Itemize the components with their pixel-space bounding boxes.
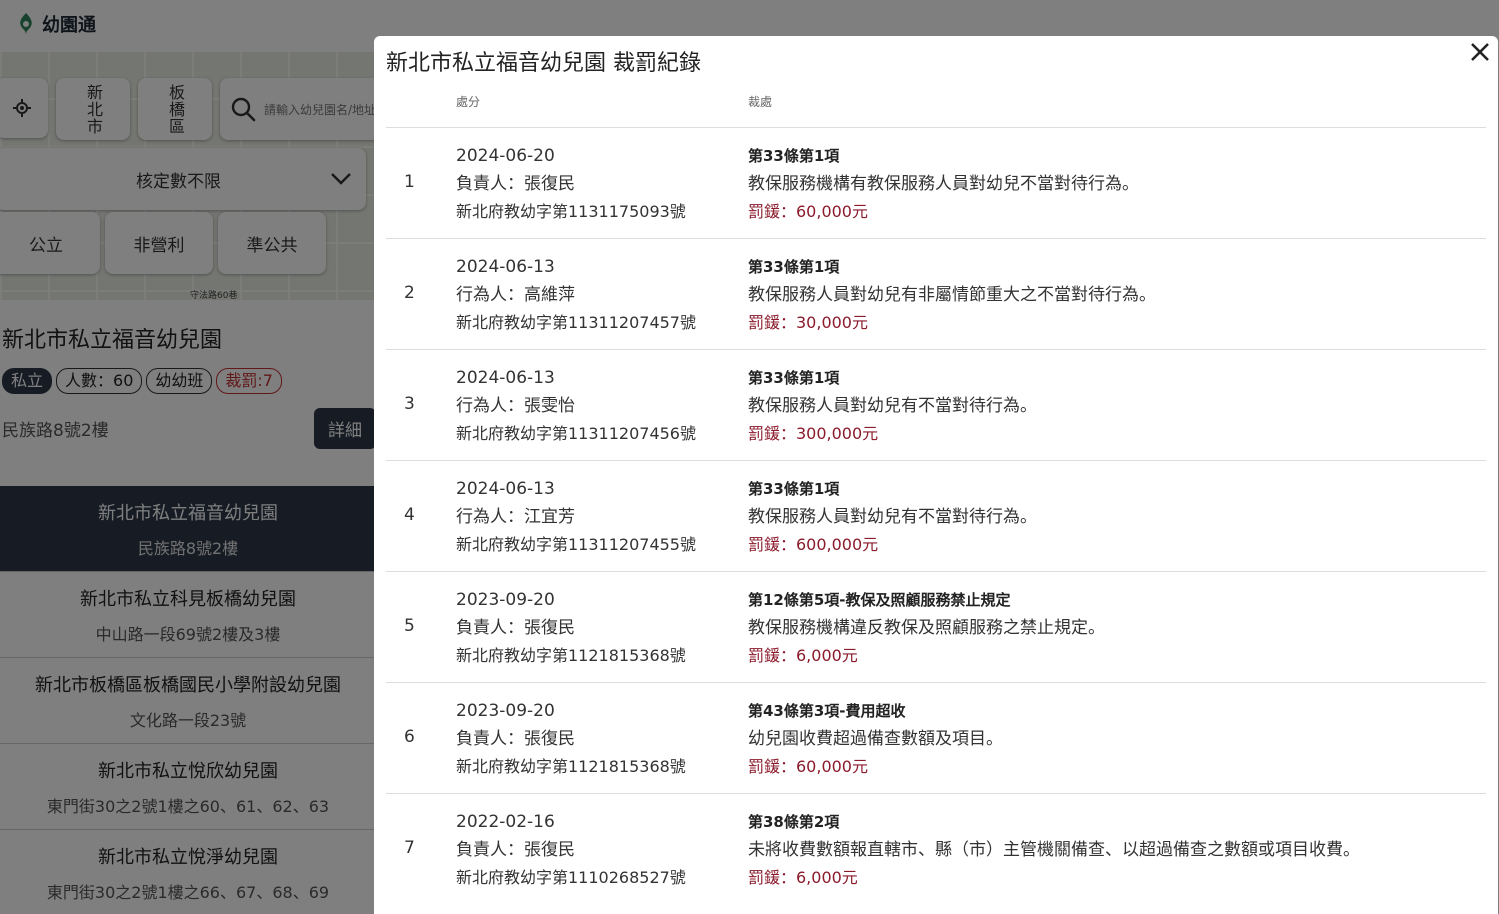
record-fine: 罰鍰：600,000元	[748, 535, 879, 554]
record-date: 2024-06-13	[456, 368, 555, 388]
record-description: 教保服務機構違反教保及照顧服務之禁止規定。	[748, 618, 1105, 638]
record-description: 教保服務人員對幼兒有非屬情節重大之不當對待行為。	[748, 285, 1156, 305]
record-date: 2022-02-16	[456, 812, 555, 832]
row-index: 5	[404, 616, 415, 636]
record-document: 新北府教幼字第11311207457號	[456, 313, 696, 332]
record-date: 2023-09-20	[456, 701, 555, 721]
penalty-record-modal: 新北市私立福音幼兒園 裁罰紀錄 處分 裁處 1 2024-06-20 負責人：張…	[374, 36, 1498, 914]
record-date: 2024-06-20	[456, 146, 555, 166]
record-description: 教保服務人員對幼兒有不當對待行為。	[748, 396, 1037, 416]
column-header-penalty: 裁處	[748, 95, 773, 109]
record-description: 教保服務機構有教保服務人員對幼兒不當對待行為。	[748, 174, 1139, 194]
record-fine: 罰鍰：30,000元	[748, 313, 868, 332]
record-document: 新北府教幼字第1110268527號	[456, 868, 686, 887]
table-row: 4 2024-06-13 行為人：江宜芳 新北府教幼字第11311207455號…	[386, 461, 1486, 572]
record-document: 新北府教幼字第11311207455號	[456, 535, 696, 554]
record-fine: 罰鍰：300,000元	[748, 424, 879, 443]
table-row: 6 2023-09-20 負責人：張復民 新北府教幼字第1121815368號 …	[386, 683, 1486, 794]
close-button[interactable]	[1466, 38, 1494, 66]
record-law: 第33條第1項	[748, 147, 840, 165]
row-index: 4	[404, 505, 415, 525]
record-description: 未將收費數額報直轄市、縣（市）主管機關備查、以超過備查之數額或項目收費。	[748, 840, 1360, 860]
record-fine: 罰鍰：60,000元	[748, 757, 868, 776]
record-person: 行為人：高維萍	[456, 285, 575, 305]
record-fine: 罰鍰：60,000元	[748, 202, 868, 221]
record-date: 2024-06-13	[456, 257, 555, 277]
column-header-disposal: 處分	[456, 95, 481, 109]
row-index: 6	[404, 727, 415, 747]
record-person: 負責人：張復民	[456, 618, 575, 638]
record-person: 行為人：江宜芳	[456, 507, 575, 527]
table-header: 處分 裁處	[386, 84, 1486, 128]
record-law: 第33條第1項	[748, 258, 840, 276]
table-row: 5 2023-09-20 負責人：張復民 新北府教幼字第1121815368號 …	[386, 572, 1486, 683]
record-document: 新北府教幼字第1131175093號	[456, 202, 686, 221]
table-row: 1 2024-06-20 負責人：張復民 新北府教幼字第1131175093號 …	[386, 128, 1486, 239]
record-document: 新北府教幼字第1121815368號	[456, 646, 686, 665]
record-person: 負責人：張復民	[456, 174, 575, 194]
record-person: 行為人：張雯怡	[456, 396, 575, 416]
row-index: 2	[404, 283, 415, 303]
record-document: 新北府教幼字第1121815368號	[456, 757, 686, 776]
penalty-table: 處分 裁處 1 2024-06-20 負責人：張復民 新北府教幼字第113117…	[386, 84, 1486, 905]
modal-title: 新北市私立福音幼兒園 裁罰紀錄	[386, 51, 701, 76]
record-fine: 罰鍰：6,000元	[748, 646, 858, 665]
record-law: 第38條第2項	[748, 813, 840, 831]
record-fine: 罰鍰：6,000元	[748, 868, 858, 887]
record-date: 2024-06-13	[456, 479, 555, 499]
record-law: 第33條第1項	[748, 369, 840, 387]
record-law: 第33條第1項	[748, 480, 840, 498]
row-index: 3	[404, 394, 415, 414]
table-row: 2 2024-06-13 行為人：高維萍 新北府教幼字第11311207457號…	[386, 239, 1486, 350]
record-description: 教保服務人員對幼兒有不當對待行為。	[748, 507, 1037, 527]
row-index: 1	[404, 172, 415, 192]
record-description: 幼兒園收費超過備查數額及項目。	[748, 729, 1003, 749]
table-row: 3 2024-06-13 行為人：張雯怡 新北府教幼字第11311207456號…	[386, 350, 1486, 461]
row-index: 7	[404, 838, 415, 858]
record-person: 負責人：張復民	[456, 840, 575, 860]
table-row: 7 2022-02-16 負責人：張復民 新北府教幼字第1110268527號 …	[386, 794, 1486, 905]
record-person: 負責人：張復民	[456, 729, 575, 749]
record-document: 新北府教幼字第11311207456號	[456, 424, 696, 443]
record-date: 2023-09-20	[456, 590, 555, 610]
close-icon	[1471, 43, 1489, 61]
record-law: 第12條第5項-教保及照顧服務禁止規定	[748, 591, 1011, 609]
record-law: 第43條第3項-費用超收	[748, 702, 906, 720]
